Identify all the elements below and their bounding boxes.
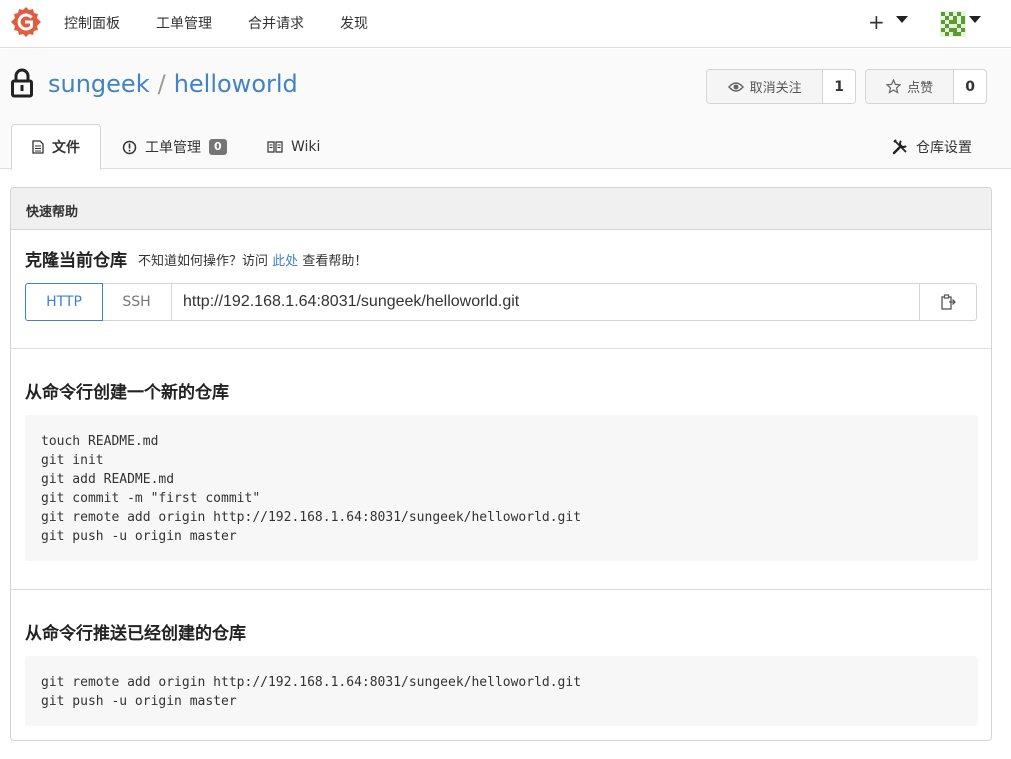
clone-help-suffix: 查看帮助！ — [302, 254, 368, 269]
create-plus-icon[interactable]: + — [868, 10, 885, 34]
nav-explore[interactable]: 发现 — [340, 13, 368, 33]
book-icon — [267, 141, 283, 153]
repo-title-separator: / — [157, 70, 166, 98]
code-line: git init — [41, 453, 104, 468]
user-avatar[interactable] — [940, 11, 966, 37]
quick-help-card: 快速帮助 克隆当前仓库 不知道如何操作？访问 此处 查看帮助！ HTTP SSH… — [10, 187, 992, 741]
eye-icon — [727, 81, 744, 92]
star-label: 点赞 — [907, 81, 934, 96]
tab-files-label: 文件 — [52, 140, 80, 156]
tab-settings-label: 仓库设置 — [916, 140, 972, 156]
clone-url-bar: HTTP SSH http://192.168.1.64:8031/sungee… — [25, 283, 978, 321]
watch-count[interactable]: 1 — [823, 70, 855, 103]
watch-button-group: 取消关注 1 — [706, 69, 856, 104]
code-line: git push -u origin master — [41, 529, 237, 544]
tab-wiki[interactable]: Wiki — [267, 124, 320, 170]
clipboard-icon — [940, 294, 956, 310]
code-line: git remote add origin http://192.168.1.6… — [41, 675, 582, 690]
section-divider — [11, 589, 991, 590]
issue-opened-icon — [122, 140, 137, 154]
push-existing-code-block: git remote add origin http://192.168.1.6… — [25, 656, 978, 726]
issues-count-badge: 0 — [209, 139, 227, 155]
lock-icon — [11, 68, 33, 98]
code-line: git add README.md — [41, 472, 175, 487]
unwatch-button[interactable]: 取消关注 — [707, 70, 824, 103]
tab-wiki-label: Wiki — [291, 139, 321, 155]
repo-owner-link[interactable]: sungeek — [48, 70, 150, 98]
repo-title: sungeek / helloworld — [48, 70, 298, 98]
ssh-clone-button[interactable]: SSH — [102, 283, 172, 321]
user-dropdown-caret-icon[interactable] — [969, 16, 981, 23]
unwatch-label: 取消关注 — [749, 81, 802, 96]
tools-icon — [892, 139, 907, 155]
quick-help-title: 快速帮助 — [26, 205, 79, 220]
new-repo-title: 从命令行创建一个新的仓库 — [25, 383, 229, 403]
quick-help-header: 快速帮助 — [11, 188, 991, 230]
top-navbar: 控制面板 工单管理 合并请求 发现 + — [0, 0, 1011, 48]
star-button-group: 点赞 0 — [865, 69, 987, 104]
nav-issues[interactable]: 工单管理 — [156, 13, 212, 33]
clone-help-prefix: 不知道如何操作？访问 — [138, 254, 269, 269]
push-existing-title: 从命令行推送已经创建的仓库 — [25, 624, 246, 644]
nav-dashboard[interactable]: 控制面板 — [64, 13, 120, 33]
code-line: touch README.md — [41, 434, 159, 449]
http-clone-button[interactable]: HTTP — [25, 283, 103, 321]
clone-help-link[interactable]: 此处 — [272, 254, 298, 269]
repo-name-link[interactable]: helloworld — [174, 70, 298, 98]
create-dropdown-caret-icon[interactable] — [896, 16, 908, 23]
star-icon — [886, 79, 902, 94]
code-line: git remote add origin http://192.168.1.6… — [41, 510, 582, 525]
tab-settings[interactable]: 仓库设置 — [892, 124, 972, 170]
section-divider — [11, 348, 991, 349]
tab-files[interactable]: 文件 — [11, 124, 101, 170]
file-text-icon — [32, 140, 44, 154]
copy-url-button[interactable] — [919, 283, 977, 321]
star-button[interactable]: 点赞 — [866, 70, 955, 103]
clone-url-input[interactable]: http://192.168.1.64:8031/sungeek/hellowo… — [171, 283, 920, 321]
star-count[interactable]: 0 — [954, 70, 986, 103]
gogs-logo-icon[interactable] — [10, 6, 42, 38]
code-line: git push -u origin master — [41, 694, 237, 709]
tab-issues[interactable]: 工单管理 0 — [122, 124, 227, 170]
clone-help-text: 不知道如何操作？访问 此处 查看帮助！ — [138, 250, 367, 269]
clone-section-title: 克隆当前仓库 — [25, 251, 127, 271]
tab-issues-label: 工单管理 — [145, 140, 201, 156]
nav-pull-requests[interactable]: 合并请求 — [248, 13, 304, 33]
code-line: git commit -m "first commit" — [41, 491, 261, 506]
new-repo-code-block: touch README.md git init git add README.… — [25, 415, 978, 561]
